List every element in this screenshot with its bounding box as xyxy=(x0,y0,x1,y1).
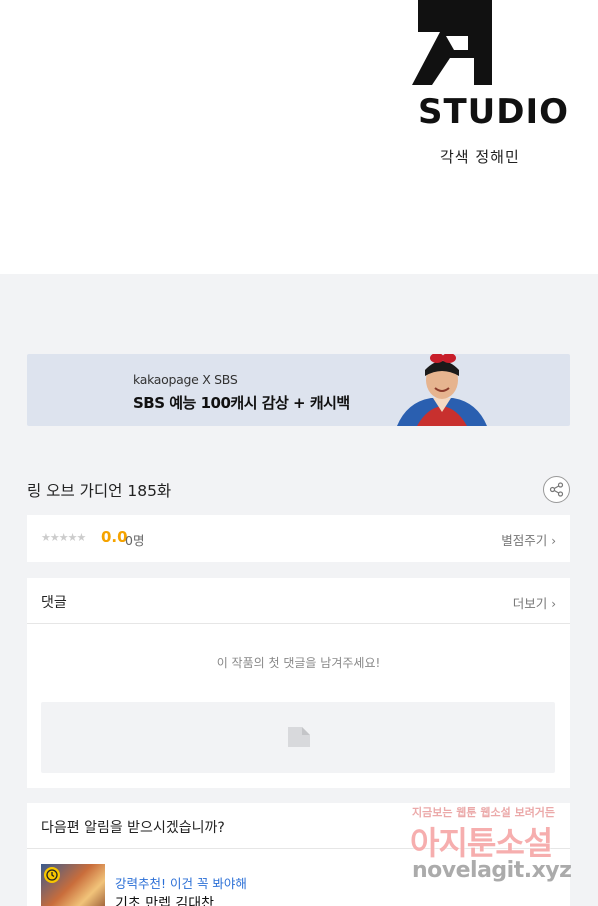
rate-label: 별점주기 xyxy=(501,533,548,548)
share-icon xyxy=(549,482,564,497)
rating-card: ★★★★★ 0.0 0명 별점주기 › xyxy=(27,515,570,562)
adaptation-credit: 각색 정해민 xyxy=(440,148,520,166)
share-button[interactable] xyxy=(543,476,570,503)
recommended-title[interactable]: 기초 만렙 김대찬 xyxy=(115,893,214,906)
banner-character-illustration xyxy=(387,354,497,426)
rating-score: 0.0 xyxy=(101,528,128,546)
recommend-tag[interactable]: 강력추천! 이건 꼭 봐야해 xyxy=(115,873,247,892)
clock-icon xyxy=(44,867,60,883)
comment-input[interactable] xyxy=(41,702,555,773)
comment-header: 댓글 더보기 › xyxy=(27,578,570,624)
comment-section: 댓글 더보기 › 이 작품의 첫 댓글을 남겨주세요! xyxy=(27,578,570,788)
comment-title: 댓글 xyxy=(41,595,67,611)
comment-more-button[interactable]: 더보기 › xyxy=(513,593,556,612)
rating-count: 0명 xyxy=(125,533,145,548)
comment-empty-message: 이 작품의 첫 댓글을 남겨주세요! xyxy=(216,656,381,670)
rating-stars: ★★★★★ xyxy=(41,531,86,544)
banner-brand: kakaopage X SBS xyxy=(133,372,238,387)
episode-end-art: STUDIO 각색 정해민 xyxy=(0,0,598,274)
studio-wordmark: STUDIO xyxy=(418,92,570,132)
notify-question: 다음편 알림을 받으시겠습니까? xyxy=(41,820,225,836)
notify-header: 다음편 알림을 받으시겠습니까? xyxy=(27,803,570,849)
studio-logo xyxy=(410,0,555,90)
chevron-right-icon: › xyxy=(551,597,556,611)
banner-text: SBS 예능 100캐시 감상 + 캐시백 xyxy=(133,394,350,412)
more-label: 더보기 xyxy=(512,596,548,611)
episode-title: 링 오브 가디언 185화 xyxy=(27,482,172,500)
promo-banner[interactable]: kakaopage X SBS SBS 예능 100캐시 감상 + 캐시백 xyxy=(27,354,570,426)
next-episode-notify: 다음편 알림을 받으시겠습니까? 강력추천! 이건 꼭 봐야해 기초 만렙 김대… xyxy=(27,803,570,906)
rate-button[interactable]: 별점주기 › xyxy=(501,530,556,549)
recommended-thumbnail[interactable] xyxy=(41,864,105,906)
pencil-icon xyxy=(288,727,310,747)
chevron-right-icon: › xyxy=(551,534,556,548)
